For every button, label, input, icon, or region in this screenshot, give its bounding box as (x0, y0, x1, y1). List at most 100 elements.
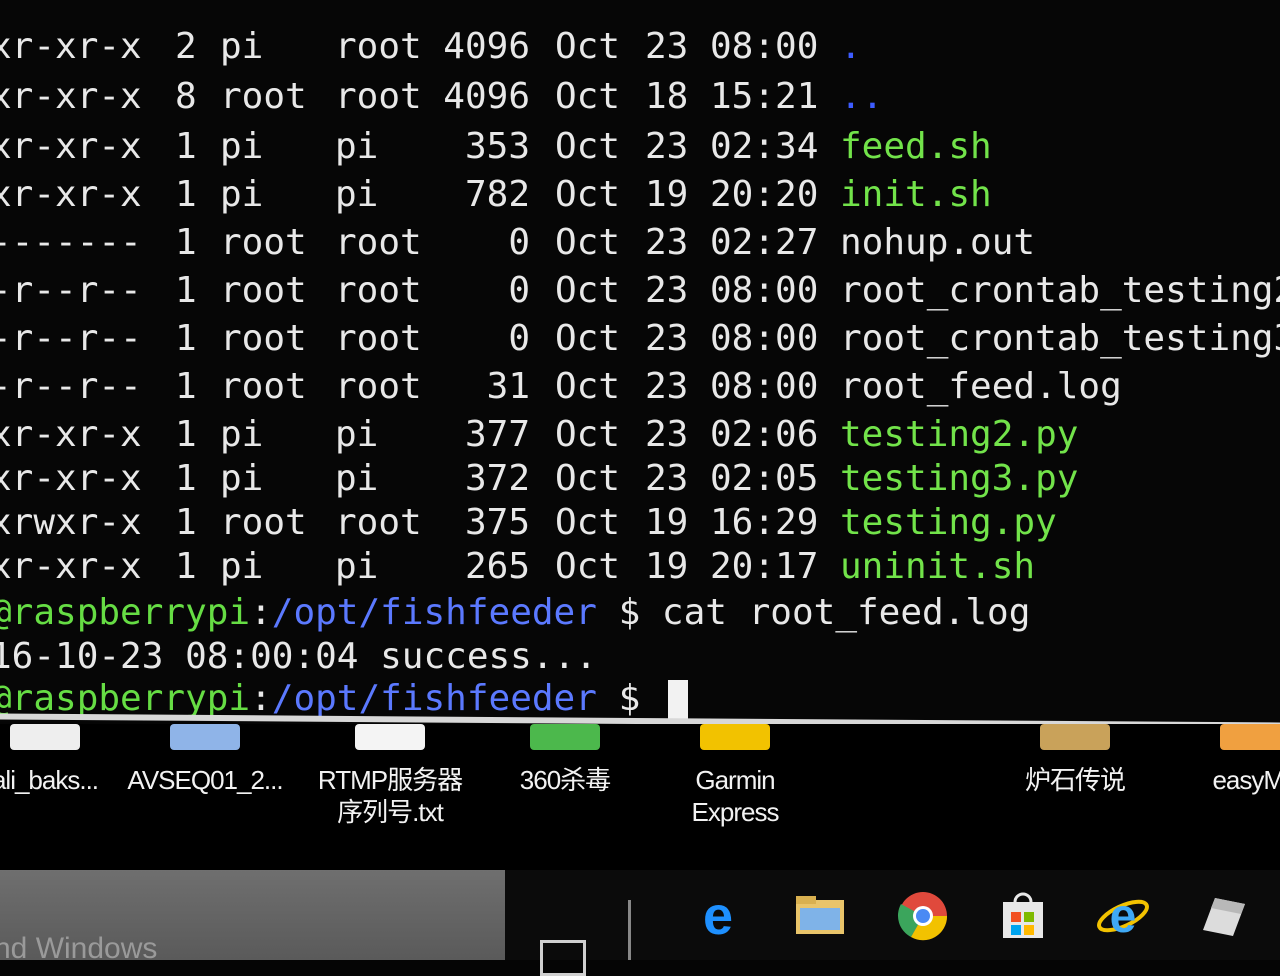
shortcut-label: easyMu (1212, 765, 1280, 795)
shortcut-label: 炉石传说 (1024, 765, 1126, 795)
text-cursor[interactable] (667, 680, 688, 720)
file-name: testing.py (840, 502, 1057, 543)
file-group: pi (335, 174, 379, 215)
search-placeholder: nd Windows (0, 932, 158, 965)
file-time: 20:20 (710, 174, 819, 215)
file-links: 1 (175, 502, 197, 543)
store-icon[interactable] (995, 890, 1051, 942)
file-perm: -r--r-- (0, 270, 142, 311)
file-day: 23 (645, 458, 689, 499)
file-time: 08:00 (710, 26, 819, 67)
file-group: root (335, 366, 422, 407)
file-size: 0 (508, 222, 530, 263)
file-time: 08:00 (710, 270, 819, 311)
file-explorer-icon[interactable] (792, 890, 848, 942)
file-owner: root (220, 270, 307, 311)
file-size: 265 (464, 546, 530, 587)
file-month: Oct (555, 26, 621, 67)
file-perm: xr-xr-x (0, 174, 142, 215)
file-links: 1 (175, 174, 197, 215)
file-month: Oct (555, 502, 621, 543)
file-month: Oct (555, 76, 621, 117)
shortcut-icon (355, 724, 425, 750)
file-size: 375 (464, 502, 530, 543)
file-group: pi (335, 126, 379, 167)
shortcut-icon (1040, 724, 1110, 750)
file-owner: root (220, 222, 307, 263)
file-size: 31 (486, 366, 530, 407)
prompt-host: @raspberrypi (0, 592, 251, 633)
file-name: testing3.py (840, 458, 1079, 499)
taskbar-separator (628, 900, 631, 960)
file-name: uninit.sh (840, 546, 1036, 587)
desktop: ali_baks... AVSEQ01_2... RTMP服务器 序列号.txt 36… (0, 724, 1280, 870)
file-owner: pi (220, 458, 264, 499)
file-size: 0 (508, 318, 530, 359)
shortcut-label: AVSEQ01_2... (127, 765, 283, 795)
prompt-symbol: $ (596, 592, 662, 633)
file-time: 02:34 (710, 126, 819, 167)
desktop-shortcut[interactable]: 360杀毒 (480, 724, 650, 796)
file-day: 23 (645, 366, 689, 407)
internet-explorer-icon[interactable]: e (1095, 890, 1151, 942)
file-month: Oct (555, 366, 621, 407)
file-time: 08:00 (710, 318, 819, 359)
file-group: root (335, 76, 422, 117)
file-name: nohup.out (840, 222, 1036, 263)
file-size: 782 (464, 174, 530, 215)
file-day: 23 (645, 222, 689, 263)
file-time: 15:21 (710, 76, 819, 117)
file-time: 02:05 (710, 458, 819, 499)
edge-browser-icon[interactable]: e (690, 890, 746, 942)
file-day: 23 (645, 126, 689, 167)
file-perm: xr-xr-x (0, 414, 142, 455)
file-owner: pi (220, 174, 264, 215)
search-box[interactable]: nd Windows (0, 870, 505, 965)
file-day: 23 (645, 318, 689, 359)
terminal-window[interactable]: xr-xr-x 2 pi root 4096 Oct 23 08:00. xr-xr-x 8 roo… (0, 0, 1280, 722)
file-perm: ------- (0, 222, 142, 263)
command-text: cat root_feed.log (661, 592, 1031, 633)
file-time: 20:17 (710, 546, 819, 587)
file-links: 1 (175, 222, 197, 263)
file-time: 08:00 (710, 366, 819, 407)
desktop-shortcut[interactable]: ali_baks... (0, 724, 130, 796)
chrome-icon[interactable] (895, 890, 951, 942)
desktop-shortcut[interactable]: RTMP服务器 序列号.txt (305, 724, 475, 828)
file-links: 1 (175, 546, 197, 587)
file-links: 8 (175, 76, 197, 117)
desktop-shortcut[interactable]: Garmin Express (650, 724, 820, 828)
file-name: .. (840, 76, 884, 117)
shortcut-label: RTMP服务器 序列号.txt (317, 765, 463, 827)
file-links: 1 (175, 414, 197, 455)
prompt-path: /opt/fishfeeder (271, 678, 597, 719)
task-view-icon[interactable] (540, 940, 586, 976)
shortcut-label: 360杀毒 (519, 765, 611, 795)
shortcut-icon (530, 724, 600, 750)
file-owner: root (220, 502, 307, 543)
app-icon[interactable] (1195, 890, 1251, 942)
file-owner: pi (220, 26, 264, 67)
desktop-shortcut[interactable]: easyMu (1170, 724, 1280, 796)
shortcut-icon (1220, 724, 1280, 750)
file-name: root_crontab_testing2 (840, 270, 1280, 311)
file-perm: -r--r-- (0, 366, 142, 407)
file-group: root (335, 222, 422, 263)
desktop-shortcut[interactable]: 炉石传说 (990, 724, 1160, 796)
file-owner: pi (220, 414, 264, 455)
file-month: Oct (555, 318, 621, 359)
desktop-shortcut[interactable]: AVSEQ01_2... (120, 724, 290, 796)
file-day: 19 (645, 502, 689, 543)
file-perm: xr-xr-x (0, 546, 142, 587)
file-group: root (335, 318, 422, 359)
command-output: 16-10-23 08:00:04 success... (0, 636, 597, 677)
file-group: pi (335, 414, 379, 455)
file-month: Oct (555, 222, 621, 263)
file-perm: xr-xr-x (0, 26, 142, 67)
file-time: 02:06 (710, 414, 819, 455)
file-links: 1 (175, 126, 197, 167)
file-links: 1 (175, 270, 197, 311)
prompt-path: /opt/fishfeeder (271, 592, 597, 633)
file-day: 19 (645, 546, 689, 587)
file-day: 23 (645, 270, 689, 311)
